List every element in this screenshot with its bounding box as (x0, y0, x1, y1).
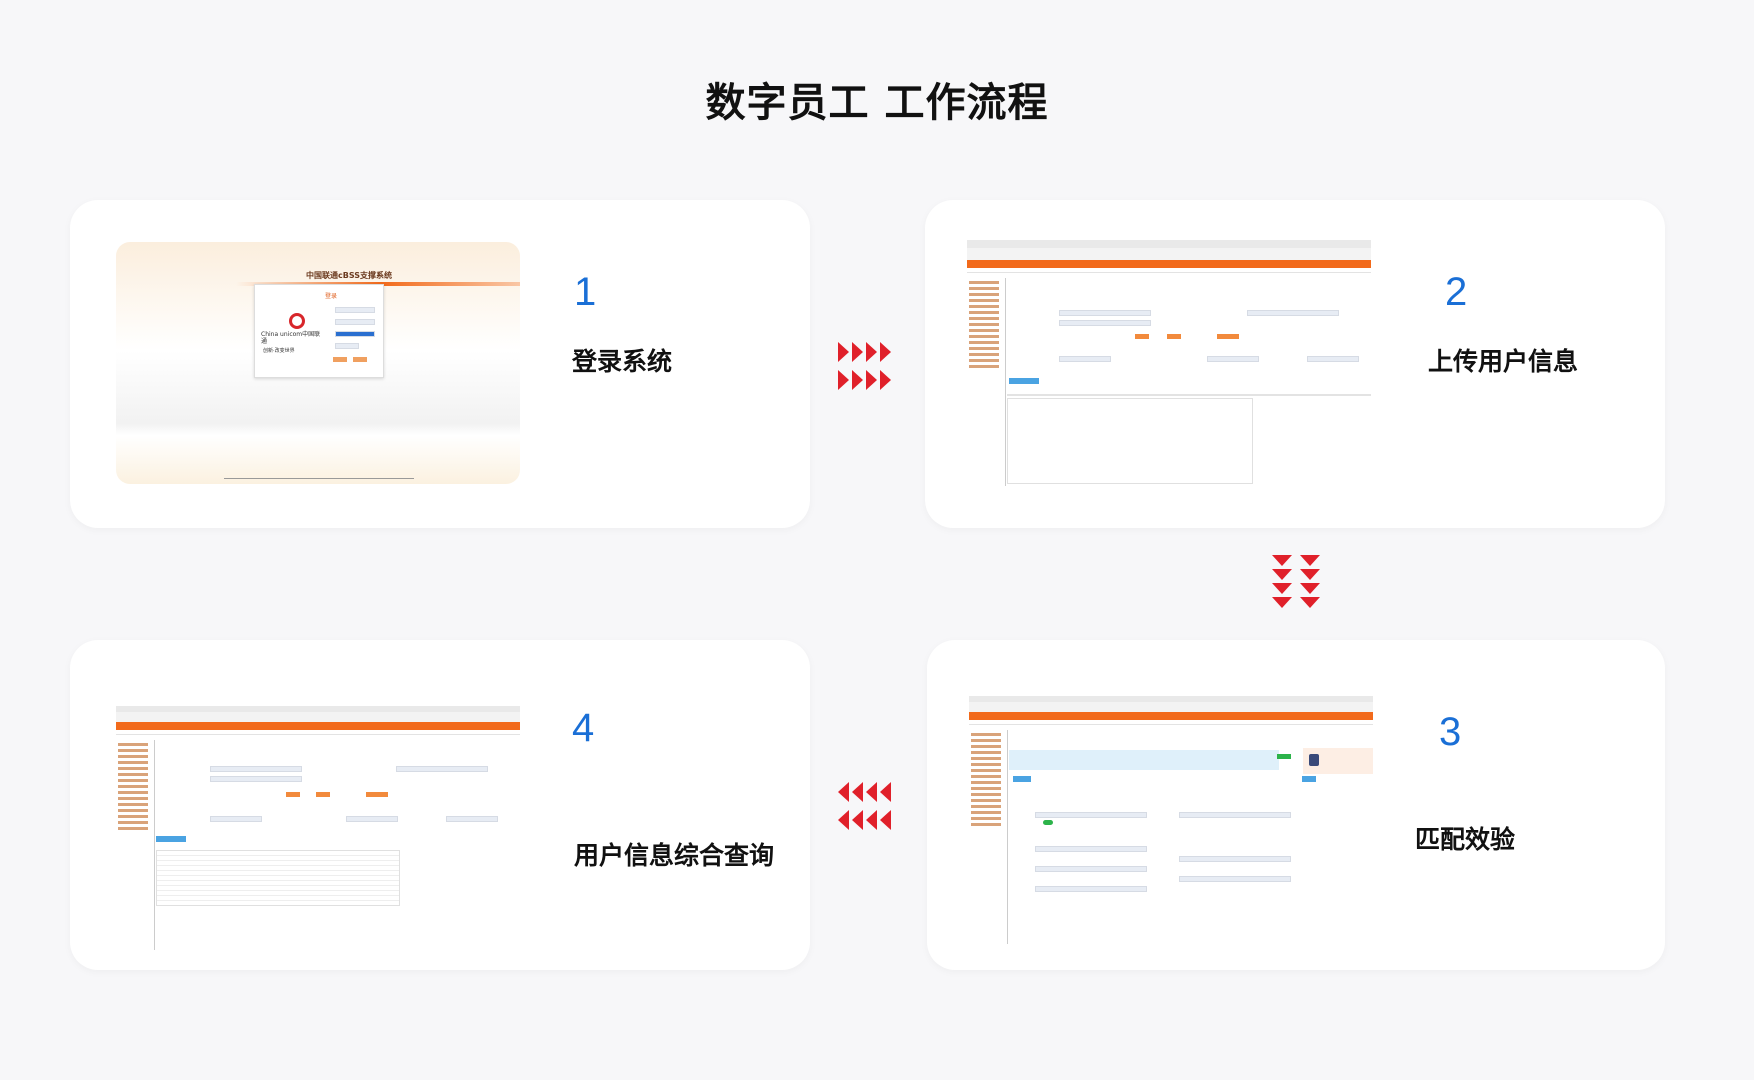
step-card-1: 中国联通cBSS支撑系统 China unicom中国联通 创新·改变世界 登录… (70, 200, 810, 528)
login-button[interactable] (333, 357, 347, 362)
page-title: 数字员工 工作流程 (705, 80, 1049, 126)
upload-button[interactable] (1135, 334, 1149, 339)
match-field-2[interactable] (1035, 846, 1147, 852)
reset-button[interactable] (353, 357, 367, 362)
query-result-tab[interactable] (156, 836, 186, 842)
login-heading: 登录 (325, 293, 338, 300)
query-button[interactable] (1167, 334, 1181, 339)
match-field-6[interactable] (1179, 856, 1291, 862)
query-field-2[interactable] (210, 776, 302, 782)
username-field[interactable] (335, 307, 375, 313)
arrow-left-icon (838, 782, 891, 830)
match-status-badge (1277, 754, 1291, 759)
toggle-switch[interactable] (1043, 820, 1053, 825)
query-more-button[interactable] (366, 792, 388, 797)
step-number-1: 1 (574, 270, 597, 314)
match-field-7[interactable] (1179, 876, 1291, 882)
detail-field-1 (1059, 356, 1111, 362)
query-field-1[interactable] (210, 766, 302, 772)
upload-screenshot (967, 240, 1371, 486)
step-label-1: 登录系统 (572, 347, 673, 376)
step-number-3: 3 (1439, 710, 1462, 754)
query-screenshot (116, 706, 520, 950)
match-field-1[interactable] (1035, 812, 1147, 818)
query-field-3[interactable] (396, 766, 488, 772)
query-export-button[interactable] (316, 792, 330, 797)
step-label-4: 用户信息综合查询 (574, 841, 775, 870)
step-number-2: 2 (1445, 270, 1468, 314)
arrow-down-icon (1272, 555, 1320, 608)
upload-field-3[interactable] (1247, 310, 1339, 316)
query-detail-3 (446, 816, 498, 822)
result-tab[interactable] (1009, 378, 1039, 384)
step-label-2: 上传用户信息 (1428, 347, 1579, 376)
detail-field-3 (1307, 356, 1359, 362)
match-tab-right[interactable] (1302, 776, 1316, 782)
match-screenshot (969, 696, 1373, 944)
logo-text: China unicom中国联通 (261, 331, 321, 345)
login-screenshot: 中国联通cBSS支撑系统 China unicom中国联通 创新·改变世界 登录 (116, 242, 520, 484)
query-search-button[interactable] (286, 792, 300, 797)
step-card-3: 3 匹配效验 (927, 640, 1665, 970)
arrow-right-icon (838, 342, 891, 390)
step-card-4: 4 用户信息综合查询 (70, 640, 810, 970)
step-card-2: 2 上传用户信息 (925, 200, 1665, 528)
export-button[interactable] (1217, 334, 1239, 339)
province-field[interactable] (335, 331, 375, 337)
password-field[interactable] (335, 319, 375, 325)
slogan: 创新·改变世界 (263, 348, 295, 354)
upload-field-1[interactable] (1059, 310, 1151, 316)
match-tab[interactable] (1013, 776, 1031, 782)
detail-field-2 (1207, 356, 1259, 362)
query-detail-2 (346, 816, 398, 822)
match-field-4[interactable] (1035, 886, 1147, 892)
step-label-3: 匹配效验 (1415, 825, 1516, 854)
unicom-logo-icon (289, 313, 305, 329)
captcha-field[interactable] (335, 343, 359, 349)
query-detail-1 (210, 816, 262, 822)
upload-field-2[interactable] (1059, 320, 1151, 326)
match-field-3[interactable] (1035, 866, 1147, 872)
avatar-icon (1309, 754, 1319, 766)
match-field-5[interactable] (1179, 812, 1291, 818)
system-title: 中国联通cBSS支撑系统 (306, 271, 393, 280)
login-panel: China unicom中国联通 创新·改变世界 登录 (254, 284, 384, 378)
step-number-4: 4 (572, 706, 595, 750)
